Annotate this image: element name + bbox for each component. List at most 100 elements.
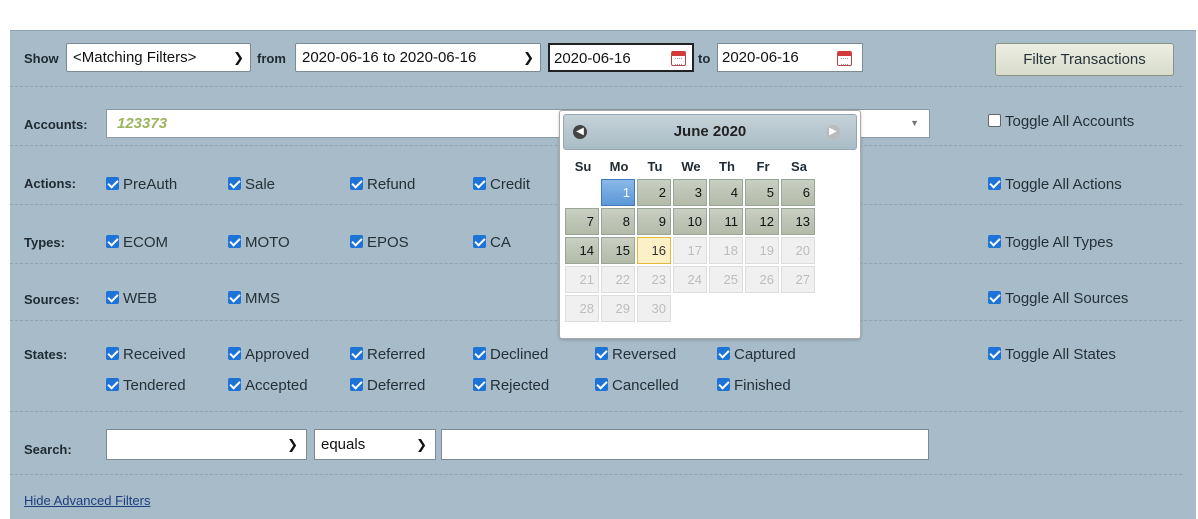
state-finished[interactable]: Finished <box>717 377 791 394</box>
checkbox-checked-icon[interactable] <box>106 291 119 304</box>
checkbox-checked-icon[interactable] <box>988 347 1001 360</box>
calendar-day[interactable]: 10 <box>673 208 707 235</box>
calendar-day[interactable]: 11 <box>709 208 743 235</box>
toggle-all-accounts[interactable]: Toggle All Accounts <box>988 113 1134 130</box>
calendar-day[interactable]: 15 <box>601 237 635 264</box>
action-preauth[interactable]: PreAuth <box>106 176 177 193</box>
type-moto[interactable]: MOTO <box>228 234 290 251</box>
weekday-header: We <box>681 159 701 174</box>
checkbox-checked-icon[interactable] <box>595 347 608 360</box>
hide-advanced-filters-link[interactable]: Hide Advanced Filters <box>24 493 150 508</box>
checkbox-checked-icon[interactable] <box>350 347 363 360</box>
checkbox-checked-icon[interactable] <box>106 177 119 190</box>
calendar-day[interactable]: 14 <box>565 237 599 264</box>
state-rejected[interactable]: Rejected <box>473 377 549 394</box>
checkbox-checked-icon[interactable] <box>473 347 486 360</box>
checkbox-checked-icon[interactable] <box>595 378 608 391</box>
state-cancelled[interactable]: Cancelled <box>595 377 679 394</box>
calendar-day[interactable]: 6 <box>781 179 815 206</box>
checkbox-checked-icon[interactable] <box>473 378 486 391</box>
checkbox-icon[interactable] <box>988 114 1001 127</box>
toggle-all-states[interactable]: Toggle All States <box>988 346 1116 363</box>
checkbox-checked-icon[interactable] <box>350 235 363 248</box>
calendar-day[interactable]: 1 <box>601 179 635 206</box>
toggle-all-sources-label: Toggle All Sources <box>1005 290 1129 307</box>
calendar-day[interactable]: 3 <box>673 179 707 206</box>
search-field-select[interactable]: ❯ <box>106 429 307 460</box>
checkbox-checked-icon[interactable] <box>228 347 241 360</box>
weekday-header: Fr <box>756 159 770 174</box>
state-label: Tendered <box>123 377 186 394</box>
calendar-day[interactable]: 8 <box>601 208 635 235</box>
type-epos[interactable]: EPOS <box>350 234 409 251</box>
state-declined[interactable]: Declined <box>473 346 548 363</box>
checkbox-checked-icon[interactable] <box>473 177 486 190</box>
checkbox-checked-icon[interactable] <box>988 291 1001 304</box>
range-select[interactable]: 2020-06-16 to 2020-06-16 ❯ <box>295 43 541 72</box>
states-label: States: <box>24 347 68 362</box>
checkbox-checked-icon[interactable] <box>473 235 486 248</box>
calendar-icon[interactable] <box>837 51 852 66</box>
checkbox-checked-icon[interactable] <box>228 177 241 190</box>
search-input[interactable] <box>441 429 929 460</box>
state-reversed[interactable]: Reversed <box>595 346 676 363</box>
checkbox-checked-icon[interactable] <box>350 177 363 190</box>
state-label: Declined <box>490 346 549 363</box>
type-ecom[interactable]: ECOM <box>106 234 168 251</box>
next-month-icon[interactable]: ▶ <box>826 125 840 139</box>
calendar-day[interactable]: 7 <box>565 208 599 235</box>
checkbox-checked-icon[interactable] <box>106 235 119 248</box>
state-accepted[interactable]: Accepted <box>228 377 308 394</box>
checkbox-checked-icon[interactable] <box>988 235 1001 248</box>
toggle-all-accounts-label: Toggle All Accounts <box>1005 113 1135 130</box>
state-tendered[interactable]: Tendered <box>106 377 186 394</box>
checkbox-checked-icon[interactable] <box>717 347 730 360</box>
calendar-day[interactable]: 4 <box>709 179 743 206</box>
state-deferred[interactable]: Deferred <box>350 377 425 394</box>
date-to-value: 2020-06-16 <box>722 49 799 66</box>
search-label: Search: <box>24 442 72 457</box>
show-select[interactable]: <Matching Filters> ❯ <box>66 43 251 72</box>
prev-month-icon[interactable]: ◀ <box>573 125 587 139</box>
calendar-day: 21 <box>565 266 599 293</box>
type-ca[interactable]: CA <box>473 234 511 251</box>
source-web[interactable]: WEB <box>106 290 157 307</box>
checkbox-checked-icon[interactable] <box>228 378 241 391</box>
calendar-day[interactable]: 5 <box>745 179 779 206</box>
calendar-day: 20 <box>781 237 815 264</box>
checkbox-checked-icon[interactable] <box>228 235 241 248</box>
filter-transactions-button[interactable]: Filter Transactions <box>995 43 1174 76</box>
search-operator-select[interactable]: equals ❯ <box>314 429 436 460</box>
checkbox-checked-icon[interactable] <box>106 347 119 360</box>
datepicker-header: ◀ June 2020 ▶ <box>563 114 857 150</box>
action-credit[interactable]: Credit <box>473 176 530 193</box>
toggle-all-actions[interactable]: Toggle All Actions <box>988 176 1122 193</box>
state-approved[interactable]: Approved <box>228 346 309 363</box>
calendar-day[interactable]: 2 <box>637 179 671 206</box>
action-label: Sale <box>245 176 276 193</box>
checkbox-checked-icon[interactable] <box>106 378 119 391</box>
toggle-all-types[interactable]: Toggle All Types <box>988 234 1113 251</box>
action-sale[interactable]: Sale <box>228 176 275 193</box>
type-label: CA <box>490 234 511 251</box>
state-referred[interactable]: Referred <box>350 346 425 363</box>
state-captured[interactable]: Captured <box>717 346 796 363</box>
accounts-label: Accounts: <box>24 117 88 132</box>
calendar-day[interactable]: 13 <box>781 208 815 235</box>
source-mms[interactable]: MMS <box>228 290 280 307</box>
calendar-day[interactable]: 12 <box>745 208 779 235</box>
checkbox-checked-icon[interactable] <box>228 291 241 304</box>
calendar-day: 25 <box>709 266 743 293</box>
calendar-day[interactable]: 16 <box>637 237 671 264</box>
calendar-day[interactable]: 9 <box>637 208 671 235</box>
checkbox-checked-icon[interactable] <box>988 177 1001 190</box>
checkbox-checked-icon[interactable] <box>350 378 363 391</box>
state-label: Approved <box>245 346 310 363</box>
accounts-value: 123373 <box>117 115 168 132</box>
calendar-icon[interactable] <box>671 51 686 66</box>
state-received[interactable]: Received <box>106 346 186 363</box>
toggle-all-sources[interactable]: Toggle All Sources <box>988 290 1128 307</box>
action-refund[interactable]: Refund <box>350 176 415 193</box>
types-label: Types: <box>24 235 65 250</box>
checkbox-checked-icon[interactable] <box>717 378 730 391</box>
